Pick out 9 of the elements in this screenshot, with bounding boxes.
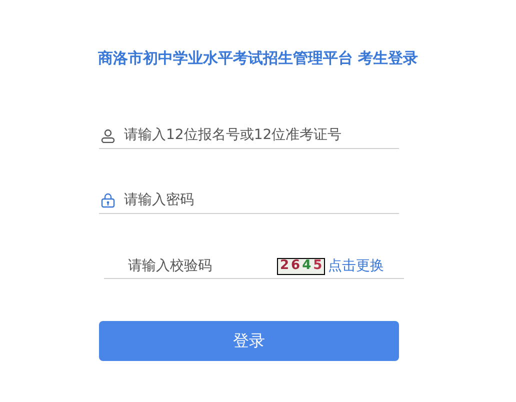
user-icon [101,128,115,142]
page-title: 商洛市初中学业水平考试招生管理平台 考生登录 [98,48,418,69]
captcha-field[interactable]: 请输入校验码 [128,256,278,276]
refresh-captcha-link[interactable]: 点击更换 [328,256,384,276]
login-button[interactable]: 登录 [99,320,399,360]
input-field[interactable]: 请输入密码 [124,190,399,210]
input-field[interactable]: 请输入12位报名号或12位准考证号 [124,126,399,146]
lock-icon [101,193,115,208]
captcha-image[interactable]: 2 6 4 5 [277,258,326,274]
